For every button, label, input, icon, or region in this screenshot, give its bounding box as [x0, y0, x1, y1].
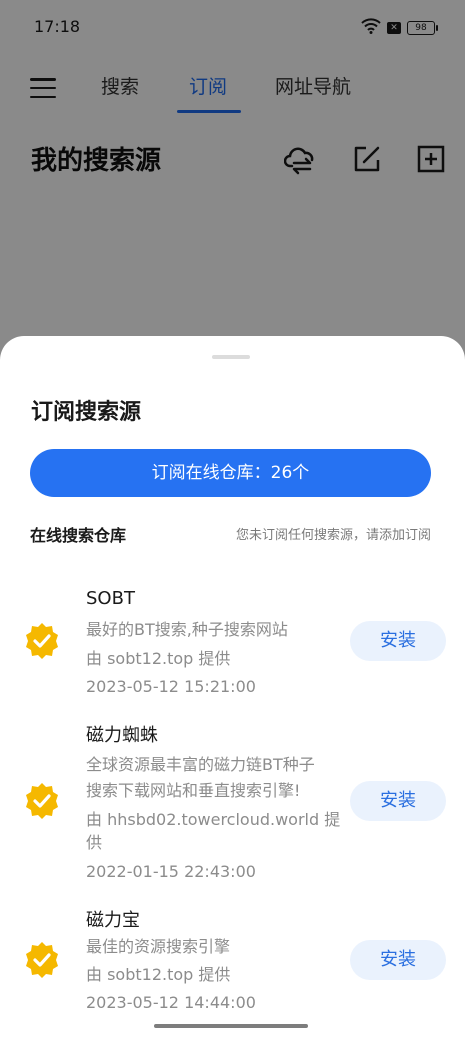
verified-badge-icon	[23, 941, 61, 979]
source-description: 全球资源最丰富的磁力链BT种子	[86, 755, 315, 774]
online-repo-label: 在线搜索仓库	[30, 526, 127, 545]
verified-badge-icon	[23, 622, 61, 660]
source-item: 磁力宝 最佳的资源搜索引擎 由 sobt12.top 提供 2023-05-12…	[0, 906, 465, 1016]
source-provider: 由 hhsbd02.towercloud.world 提	[86, 810, 341, 829]
install-button[interactable]: 安装	[350, 940, 446, 980]
source-description-cont: 搜索下载网站和垂直搜索引擎!	[86, 781, 301, 800]
verified-badge-icon	[23, 782, 61, 820]
install-button[interactable]: 安装	[350, 621, 446, 661]
home-indicator	[154, 1024, 308, 1028]
subscribe-online-repo-button[interactable]: 订阅在线仓库：26个	[30, 449, 431, 497]
drag-handle[interactable]	[212, 355, 250, 359]
source-date: 2023-05-12 15:21:00	[86, 677, 256, 696]
source-date: 2023-05-12 14:44:00	[86, 993, 256, 1012]
source-description: 最佳的资源搜索引擎	[86, 937, 231, 956]
source-item: 磁力蜘蛛 全球资源最丰富的磁力链BT种子 搜索下载网站和垂直搜索引擎! 由 hh…	[0, 721, 465, 881]
source-name: SOBT	[86, 588, 135, 609]
source-description: 最好的BT搜索,种子搜索网站	[86, 620, 288, 639]
subscribe-sheet: 订阅搜索源 订阅在线仓库：26个 在线搜索仓库 您未订阅任何搜索源，请添加订阅 …	[0, 336, 465, 1050]
source-name: 磁力蜘蛛	[86, 725, 158, 746]
source-provider: 由 sobt12.top 提供	[86, 965, 231, 984]
sheet-title: 订阅搜索源	[31, 400, 142, 425]
source-date: 2022-01-15 22:43:00	[86, 862, 256, 881]
source-name: 磁力宝	[86, 910, 140, 931]
source-provider: 由 sobt12.top 提供	[86, 649, 231, 668]
repo-hint: 您未订阅任何搜索源，请添加订阅	[235, 528, 431, 543]
install-button[interactable]: 安装	[350, 781, 446, 821]
source-item: SOBT 最好的BT搜索,种子搜索网站 由 sobt12.top 提供 2023…	[0, 588, 465, 698]
source-provider-cont: 供	[86, 833, 103, 852]
